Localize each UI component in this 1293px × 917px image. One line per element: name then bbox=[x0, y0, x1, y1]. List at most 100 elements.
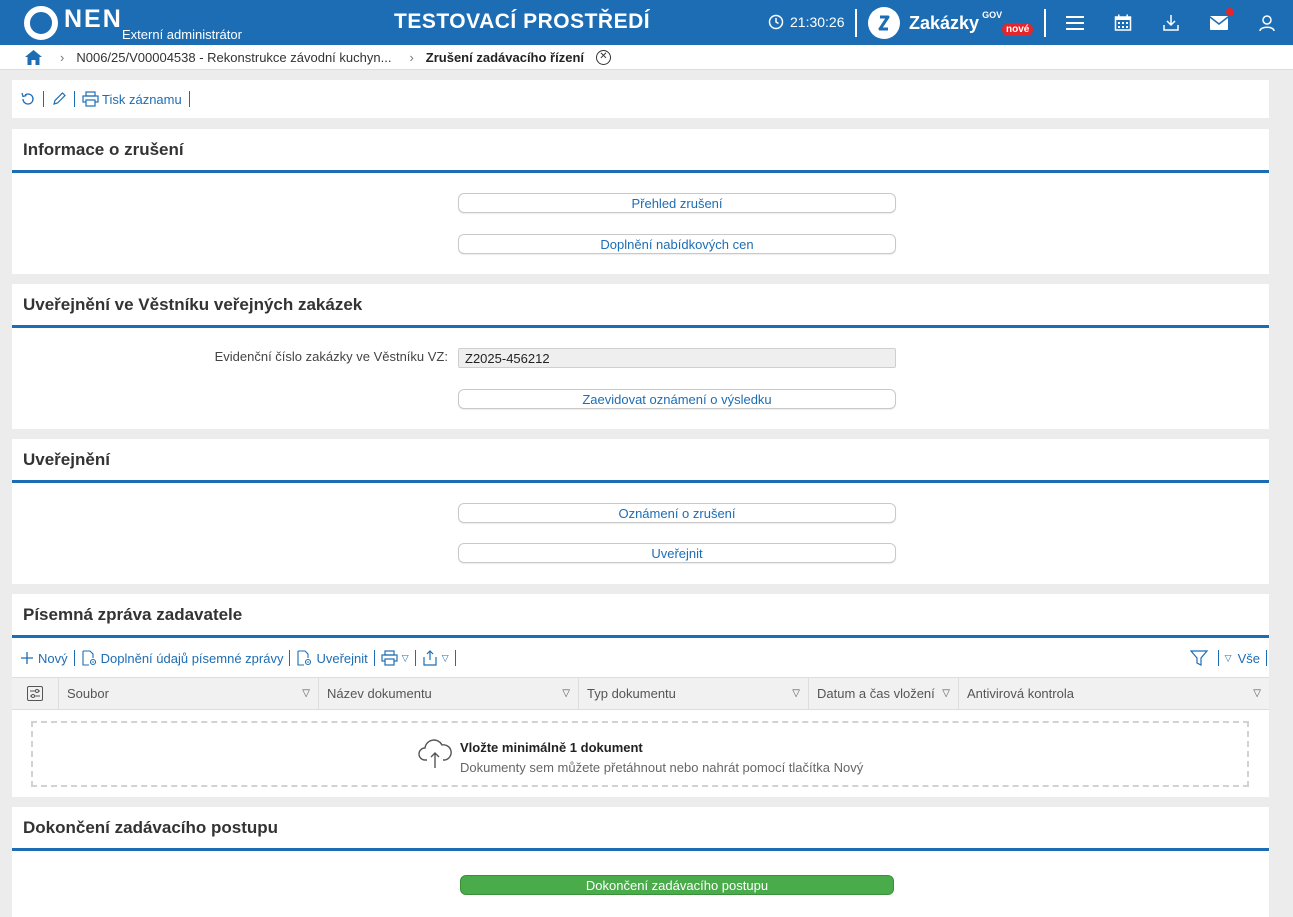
publish-report-button[interactable]: Uveřejnit bbox=[296, 650, 368, 666]
print-record-button[interactable]: Tisk záznamu bbox=[82, 91, 182, 107]
print-menu-button[interactable]: ▽ bbox=[381, 650, 409, 666]
home-icon[interactable] bbox=[25, 49, 42, 65]
column-header-antivir[interactable]: Antivirová kontrola ▽ bbox=[959, 678, 1269, 709]
vestnik-section: Uveřejnění ve Věstníku veřejných zakázek… bbox=[12, 284, 1269, 429]
sort-icon[interactable]: ▽ bbox=[1253, 688, 1261, 699]
logo-text: NEN bbox=[64, 5, 123, 33]
filter-icon[interactable] bbox=[1189, 649, 1212, 667]
oznameni-zruseni-button[interactable]: Oznámení o zrušení bbox=[458, 503, 896, 523]
dropzone-title: Vložte minimálně 1 dokument bbox=[460, 740, 643, 755]
sort-icon[interactable]: ▽ bbox=[562, 688, 570, 699]
doplneni-cen-button[interactable]: Doplnění nabídkových cen bbox=[458, 234, 896, 254]
chevron-down-icon: ▽ bbox=[1224, 652, 1232, 663]
column-header-datum[interactable]: Datum a čas vložení ▽ bbox=[809, 678, 959, 709]
nen-logo[interactable]: NEN bbox=[24, 0, 123, 45]
toolbar-divider bbox=[73, 650, 75, 666]
record-toolbar: Tisk záznamu bbox=[12, 80, 1269, 118]
column-label: Antivirová kontrola bbox=[967, 686, 1074, 701]
filter-select-label: Vše bbox=[1237, 650, 1260, 666]
toolbar-divider bbox=[373, 650, 375, 666]
zakazky-gov-link[interactable]: Zakázky GOV nové bbox=[868, 7, 1034, 39]
zakazky-logo-icon bbox=[868, 7, 900, 39]
publish-report-label: Uveřejnit bbox=[316, 650, 368, 666]
info-section: Informace o zrušení Přehled zrušení Dopl… bbox=[12, 129, 1269, 274]
export-menu-button[interactable]: ▽ bbox=[422, 650, 449, 666]
toolbar-divider bbox=[74, 91, 75, 107]
zakazky-gov: GOV bbox=[982, 10, 1003, 20]
zakazky-label: Zakázky bbox=[909, 12, 980, 33]
column-header-typ[interactable]: Typ dokumentu ▽ bbox=[579, 678, 809, 709]
clock-time: 21:30:26 bbox=[790, 14, 845, 30]
chevron-right-icon: › bbox=[409, 49, 414, 65]
toolbar-divider bbox=[454, 650, 456, 666]
header-divider bbox=[855, 9, 857, 37]
section-title: Uveřejnění ve Věstníku veřejných zakázek bbox=[12, 284, 1269, 328]
nen-logo-icon bbox=[24, 5, 58, 40]
document-toolbar: Nový Doplnění údajů písemné zprávy Uveře… bbox=[12, 641, 1269, 675]
new-document-button[interactable]: Nový bbox=[20, 651, 68, 666]
chevron-right-icon: › bbox=[60, 49, 65, 65]
toolbar-divider bbox=[188, 91, 190, 107]
column-header-nazev[interactable]: Název dokumentu ▽ bbox=[319, 678, 579, 709]
download-icon[interactable] bbox=[1160, 12, 1182, 34]
print-record-label: Tisk záznamu bbox=[102, 91, 182, 107]
column-label: Soubor bbox=[67, 686, 109, 701]
column-settings-icon[interactable] bbox=[12, 678, 59, 709]
edit-icon[interactable] bbox=[51, 91, 67, 107]
section-title: Dokončení zadávacího postupu bbox=[12, 807, 1269, 851]
vestnik-number-field[interactable]: Z2025-456212 bbox=[458, 348, 896, 368]
calendar-icon[interactable] bbox=[1112, 12, 1134, 34]
toolbar-divider bbox=[414, 650, 416, 666]
column-label: Datum a čas vložení bbox=[817, 686, 935, 701]
section-title: Informace o zrušení bbox=[12, 129, 1269, 173]
doplneni-udaju-label: Doplnění údajů písemné zprávy bbox=[100, 650, 284, 666]
menu-icon[interactable] bbox=[1064, 12, 1086, 34]
breadcrumb-item[interactable]: N006/25/V00004538 - Rekonstrukce závodní… bbox=[76, 50, 391, 65]
toolbar-divider bbox=[1217, 650, 1219, 666]
column-label: Typ dokumentu bbox=[587, 686, 676, 701]
export-icon bbox=[423, 650, 437, 666]
session-clock: 21:30:26 bbox=[768, 14, 845, 30]
file-dropzone[interactable]: Vložte minimálně 1 dokument Dokumenty se… bbox=[31, 721, 1249, 787]
chevron-down-icon: ▽ bbox=[401, 652, 409, 663]
section-title: Uveřejnění bbox=[12, 439, 1269, 483]
dropzone-hint: Dokumenty sem můžete přetáhnout nebo nah… bbox=[460, 760, 864, 775]
toolbar-divider bbox=[1266, 650, 1267, 666]
sort-icon[interactable]: ▽ bbox=[302, 688, 310, 699]
new-badge: nové bbox=[1002, 23, 1034, 36]
prehled-zruseni-button[interactable]: Přehled zrušení bbox=[458, 193, 896, 213]
zaevidovat-button[interactable]: Zaevidovat oznámení o výsledku bbox=[458, 389, 896, 409]
clock-icon bbox=[768, 14, 784, 30]
toolbar-divider bbox=[43, 91, 44, 107]
sort-icon[interactable]: ▽ bbox=[942, 688, 950, 699]
chevron-down-icon: ▽ bbox=[441, 652, 449, 663]
document-gear-icon bbox=[82, 650, 96, 666]
field-label: Evidenční číslo zakázky ve Věstníku VZ: bbox=[214, 349, 448, 364]
table-header: Soubor ▽ Název dokumentu ▽ Typ dokumentu… bbox=[12, 677, 1269, 710]
dokonceni-section: Dokončení zadávacího postupu Dokončení z… bbox=[12, 807, 1269, 917]
document-gear-icon bbox=[297, 650, 312, 666]
uverejnit-button[interactable]: Uveřejnit bbox=[458, 543, 896, 563]
user-icon[interactable] bbox=[1256, 12, 1278, 34]
cloud-upload-icon bbox=[418, 739, 452, 768]
notification-dot bbox=[1226, 8, 1234, 16]
breadcrumb: › N006/25/V00004538 - Rekonstrukce závod… bbox=[0, 45, 1293, 70]
section-title: Písemná zpráva zadavatele bbox=[12, 594, 1269, 638]
mail-icon[interactable] bbox=[1208, 8, 1234, 34]
uverejneni-section: Uveřejnění Oznámení o zrušení Uveřejnit bbox=[12, 439, 1269, 584]
refresh-icon[interactable] bbox=[20, 91, 36, 107]
new-document-label: Nový bbox=[38, 650, 68, 666]
logo-subtitle: Externí administrátor bbox=[122, 27, 242, 42]
column-header-soubor[interactable]: Soubor ▽ bbox=[59, 678, 319, 709]
toolbar-divider bbox=[289, 650, 291, 666]
breadcrumb-current: Zrušení zadávacího řízení bbox=[425, 49, 584, 65]
sort-icon[interactable]: ▽ bbox=[792, 688, 800, 699]
close-icon[interactable]: ✕ bbox=[596, 49, 611, 65]
print-icon bbox=[82, 91, 99, 107]
plus-icon bbox=[21, 652, 33, 664]
column-label: Název dokumentu bbox=[327, 686, 432, 701]
complete-procedure-button[interactable]: Dokončení zadávacího postupu bbox=[460, 875, 894, 895]
filter-select[interactable]: ▽ Vše bbox=[1225, 651, 1260, 666]
print-icon bbox=[381, 650, 398, 666]
doplneni-udaju-button[interactable]: Doplnění údajů písemné zprávy bbox=[81, 650, 284, 666]
